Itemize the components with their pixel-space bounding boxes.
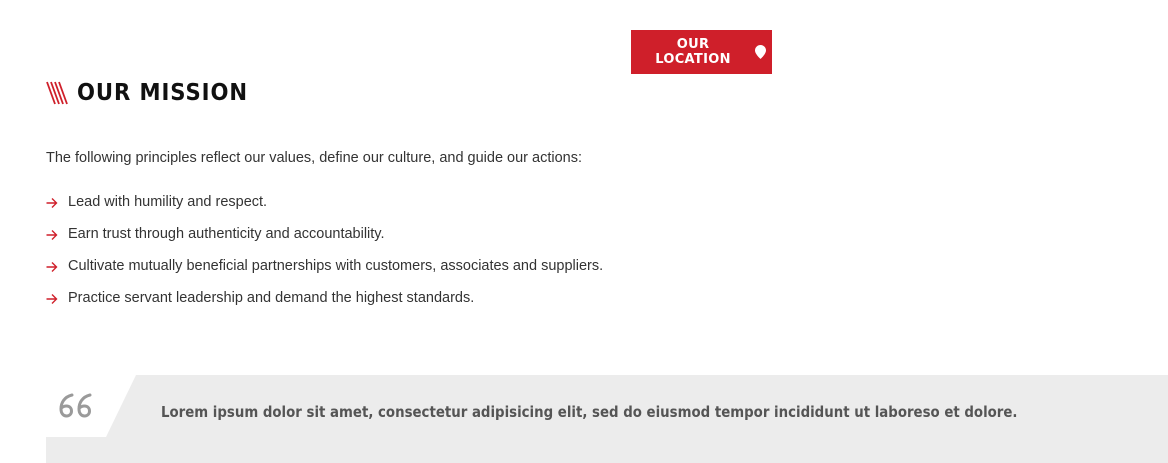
principle-text: Earn trust through authenticity and acco…: [68, 226, 385, 242]
principle-text: Cultivate mutually beneficial partnershi…: [68, 258, 604, 274]
quote-text: Lorem ipsum dolor sit amet, consectetur …: [161, 403, 1018, 421]
mission-heading: OUR MISSION: [46, 78, 263, 108]
location-button-label: OUR LOCATION: [655, 37, 731, 67]
our-location-button[interactable]: OUR LOCATION: [631, 30, 772, 74]
principle-text: Practice servant leadership and demand t…: [68, 290, 475, 306]
arrow-right-icon: [46, 261, 58, 273]
diagonal-stripes-icon: [46, 81, 68, 105]
list-item: Earn trust through authenticity and acco…: [46, 225, 603, 257]
list-item: Practice servant leadership and demand t…: [46, 289, 603, 321]
map-pin-icon: [755, 45, 766, 59]
mission-title: OUR MISSION: [77, 80, 248, 106]
arrow-right-icon: [46, 293, 58, 305]
list-item: Cultivate mutually beneficial partnershi…: [46, 257, 603, 289]
mission-intro: The following principles reflect our val…: [46, 150, 582, 166]
list-item: Lead with humility and respect.: [46, 193, 603, 225]
principle-text: Lead with humility and respect.: [68, 194, 268, 210]
arrow-right-icon: [46, 229, 58, 241]
quote-icon: [58, 392, 94, 420]
principles-list: Lead with humility and respect. Earn tru…: [46, 193, 603, 321]
arrow-right-icon: [46, 197, 58, 209]
